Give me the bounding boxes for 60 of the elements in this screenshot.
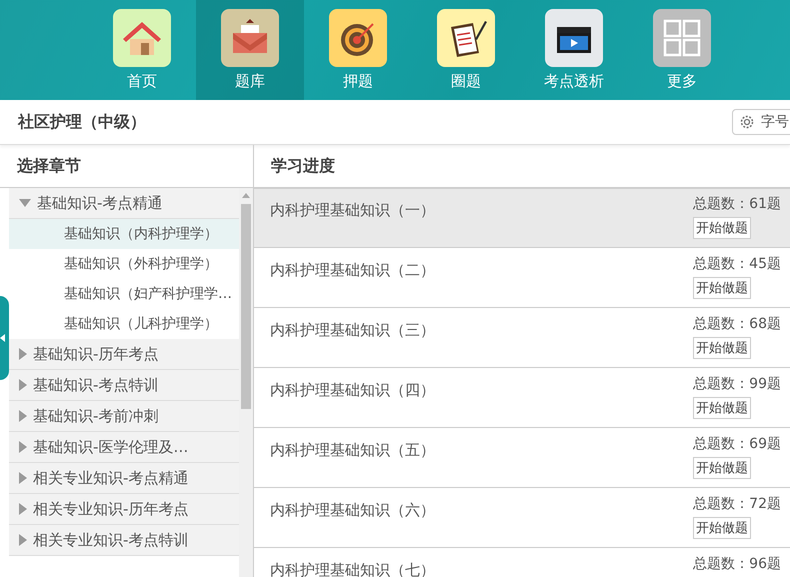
lesson-title: 内科护理基础知识（一） (270, 201, 435, 220)
question-count: 总题数：68题 (693, 315, 781, 333)
lesson-title: 内科护理基础知识（二） (270, 261, 435, 280)
chapter-label: 相关专业知识-历年考点 (33, 500, 188, 518)
caret-left-icon (0, 334, 5, 342)
lesson-row[interactable]: 内科护理基础知识（一） 总题数：61题 开始做题 (254, 188, 790, 248)
lesson-title: 内科护理基础知识（三） (270, 321, 435, 340)
question-count: 总题数：72题 (693, 495, 781, 513)
caret-right-icon (19, 472, 27, 484)
question-count: 总题数：99题 (693, 375, 781, 393)
chapter-item[interactable]: 基础知识-历年考点 (9, 339, 239, 370)
chapter-item[interactable]: 基础知识-医学伦理及… (9, 432, 239, 463)
start-button[interactable]: 开始做题 (693, 217, 752, 239)
nav-tab[interactable]: 题库 (196, 0, 304, 100)
video-clapper-icon (545, 9, 603, 67)
scrollbar[interactable] (239, 188, 253, 577)
lesson-title: 内科护理基础知识（六） (270, 501, 435, 520)
lesson-title: 内科护理基础知识（四） (270, 381, 435, 400)
grid-icon (653, 9, 711, 67)
collapse-handle[interactable] (0, 296, 9, 380)
envelope-icon (221, 9, 279, 67)
house-icon (113, 9, 171, 67)
question-count: 总题数：61题 (693, 195, 781, 213)
chapter-item[interactable]: 相关专业知识-历年考点 (9, 494, 239, 525)
chapter-label: 基础知识-考前冲刺 (33, 406, 158, 426)
start-button[interactable]: 开始做题 (693, 397, 752, 419)
page-title: 社区护理（中级） (18, 112, 146, 132)
question-count: 总题数：69题 (693, 435, 781, 453)
chapter-item[interactable]: 基础知识-考点精通 (9, 188, 239, 219)
caret-right-icon (19, 534, 27, 546)
question-count: 总题数：45题 (693, 255, 781, 273)
chapter-label: 基础知识-医学伦理及… (33, 438, 188, 456)
section-item[interactable]: 基础知识（内科护理学） (9, 219, 239, 249)
chapter-label: 基础知识-考点特训 (33, 376, 158, 394)
start-button[interactable]: 开始做题 (693, 457, 752, 479)
chapter-label: 相关专业知识-考点特训 (33, 530, 188, 550)
chapter-item[interactable]: 相关专业知识-考点特训 (9, 525, 239, 556)
chapter-item[interactable]: 相关专业知识-考点精通 (9, 463, 239, 494)
caret-right-icon (19, 441, 27, 453)
scrollbar-thumb[interactable] (241, 204, 251, 409)
clipboard-icon (437, 9, 495, 67)
target-icon (329, 9, 387, 67)
caret-right-icon (19, 379, 27, 391)
chapter-label: 相关专业知识-考点精通 (33, 468, 188, 488)
scroll-up-icon (242, 193, 250, 198)
chapter-item[interactable]: 基础知识-考点特训 (9, 370, 239, 401)
lesson-title: 内科护理基础知识（五） (270, 441, 435, 460)
start-button[interactable]: 开始做题 (693, 337, 752, 359)
caret-down-icon (19, 199, 31, 207)
chapter-item[interactable]: 基础知识-考前冲刺 (9, 401, 239, 432)
start-button[interactable]: 开始做题 (693, 517, 752, 539)
font-size-button[interactable]: 字号 (732, 109, 790, 135)
caret-right-icon (19, 503, 27, 515)
caret-right-icon (19, 348, 27, 360)
chapter-label: 基础知识-考点精通 (37, 194, 162, 212)
gear-icon (739, 114, 755, 130)
chapter-label: 基础知识-历年考点 (33, 344, 158, 364)
start-button[interactable]: 开始做题 (693, 277, 752, 299)
caret-right-icon (19, 410, 27, 422)
question-count: 总题数：96题 (693, 555, 781, 573)
